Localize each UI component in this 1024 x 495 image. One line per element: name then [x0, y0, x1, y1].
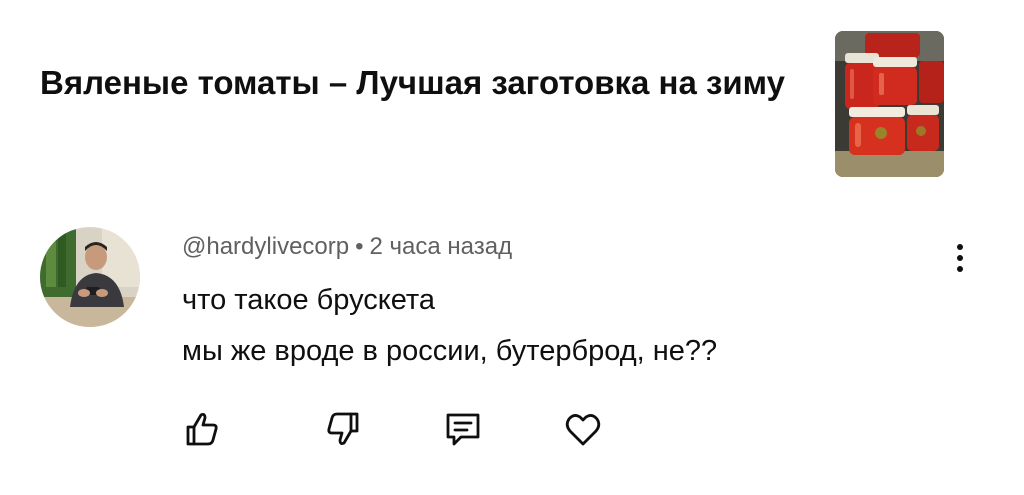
heart-button[interactable] [561, 407, 605, 451]
comment-text-line: мы же вроде в россии, бутерброд, не?? [182, 335, 718, 367]
comment-author[interactable]: @hardylivecorp [182, 233, 349, 260]
comment-meta: @hardylivecorp • 2 часа назад [182, 233, 512, 261]
heart-icon [565, 414, 601, 446]
menu-dot [957, 255, 963, 261]
menu-dot [957, 266, 963, 272]
more-vertical-icon[interactable] [944, 236, 976, 280]
video-thumbnail[interactable] [835, 31, 944, 177]
meta-separator: • [355, 233, 364, 260]
avatar[interactable] [40, 227, 140, 327]
thumbs-down-icon [327, 412, 359, 445]
comment-time: 2 часа назад [369, 233, 513, 260]
dislike-button[interactable] [321, 407, 365, 451]
comment-text-line: что такое брускета [182, 284, 436, 316]
reply-button[interactable] [441, 407, 485, 451]
comment-icon [446, 413, 480, 446]
like-button[interactable] [180, 407, 224, 451]
menu-dot [957, 244, 963, 250]
video-title[interactable]: Вяленые томаты – Лучшая заготовка на зим… [40, 58, 800, 107]
thumbs-up-icon [186, 413, 218, 446]
